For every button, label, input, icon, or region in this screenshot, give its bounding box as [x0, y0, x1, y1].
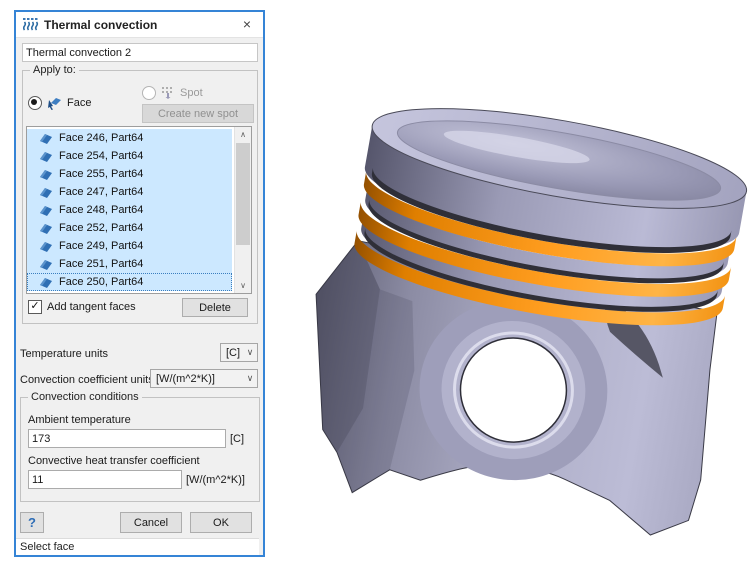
thermal-convection-dialog: Thermal convection × Apply to: Face Spot…: [14, 10, 265, 557]
close-icon[interactable]: ×: [239, 16, 255, 32]
face-list-item[interactable]: Face 250, Part64: [27, 273, 232, 291]
face-list-scrollbar[interactable]: ∧ ∨: [234, 127, 251, 293]
face-list-item[interactable]: Face 255, Part64: [27, 165, 232, 183]
scroll-up-icon[interactable]: ∧: [235, 127, 251, 142]
face-icon: [39, 169, 53, 180]
cancel-button[interactable]: Cancel: [120, 512, 182, 533]
face-list-item-label: Face 252, Part64: [59, 222, 143, 234]
temperature-units-combo[interactable]: [C] ∨: [220, 343, 258, 362]
face-list[interactable]: Face 246, Part64 Face 254, Part64 Face 2…: [26, 126, 252, 294]
heat-transfer-coefficient-input[interactable]: [28, 470, 182, 489]
scrollbar-thumb[interactable]: [236, 143, 250, 245]
face-icon: [39, 133, 53, 144]
dialog-title: Thermal convection: [44, 18, 157, 32]
face-icon: [39, 241, 53, 252]
face-list-item-label: Face 246, Part64: [59, 132, 143, 144]
face-icon: [39, 151, 53, 162]
chevron-down-icon: ∨: [243, 373, 257, 384]
convection-units-value: [W/(m^2*K)]: [151, 373, 243, 385]
face-list-item[interactable]: Face 252, Part64: [27, 219, 232, 237]
temperature-units-value: [C]: [221, 347, 243, 359]
spot-radio-label: Spot: [180, 87, 203, 99]
convection-units-label: Convection coefficient units: [20, 374, 154, 386]
face-icon: [39, 205, 53, 216]
heat-transfer-coefficient-label: Convective heat transfer coefficient: [28, 455, 200, 467]
face-list-item[interactable]: Face 247, Part64: [27, 183, 232, 201]
face-list-item[interactable]: Face 251, Part64: [27, 255, 232, 273]
delete-button[interactable]: Delete: [182, 298, 248, 317]
face-icon: [39, 223, 53, 234]
face-list-item[interactable]: Face 248, Part64: [27, 201, 232, 219]
face-list-item-label: Face 251, Part64: [59, 258, 143, 270]
chevron-down-icon: ∨: [243, 347, 257, 358]
face-icon: [39, 187, 53, 198]
dialog-titlebar[interactable]: Thermal convection ×: [16, 12, 263, 38]
ambient-temperature-input[interactable]: [28, 429, 226, 448]
condition-name-input[interactable]: [22, 43, 258, 62]
add-tangent-label: Add tangent faces: [47, 301, 136, 313]
face-list-item[interactable]: Face 249, Part64: [27, 237, 232, 255]
face-list-item-label: Face 247, Part64: [59, 186, 143, 198]
face-list-item-label: Face 249, Part64: [59, 240, 143, 252]
face-icon: [39, 277, 53, 288]
spot-radio-row: Spot: [142, 86, 203, 100]
temperature-units-label: Temperature units: [20, 348, 108, 360]
face-list-item-label: Face 248, Part64: [59, 204, 143, 216]
face-radio-row[interactable]: Face: [28, 96, 91, 110]
face-list-item-label: Face 254, Part64: [59, 150, 143, 162]
face-list-item-label: Face 255, Part64: [59, 168, 143, 180]
viewport-3d-piston-model[interactable]: [290, 60, 750, 560]
apply-to-label: Apply to:: [30, 64, 79, 76]
ambient-unit-suffix: [C]: [230, 433, 244, 445]
face-list-item[interactable]: Face 246, Part64: [27, 129, 232, 147]
add-tangent-checkbox[interactable]: ✓: [28, 300, 42, 314]
status-bar: Select face: [16, 538, 259, 555]
face-icon: [39, 259, 53, 270]
convection-conditions-label: Convection conditions: [28, 391, 142, 403]
spot-icon: [161, 87, 175, 99]
face-radio[interactable]: [28, 96, 42, 110]
scroll-down-icon[interactable]: ∨: [235, 278, 251, 293]
add-tangent-row[interactable]: ✓ Add tangent faces: [28, 300, 136, 314]
spot-radio: [142, 86, 156, 100]
face-list-item-label: Face 250, Part64: [59, 276, 143, 288]
face-select-icon: [47, 97, 62, 110]
face-radio-label: Face: [67, 97, 91, 109]
create-new-spot-button: Create new spot: [142, 104, 254, 123]
face-list-item[interactable]: Face 254, Part64: [27, 147, 232, 165]
convection-units-combo[interactable]: [W/(m^2*K)] ∨: [150, 369, 258, 388]
ok-button[interactable]: OK: [190, 512, 252, 533]
coefficient-unit-suffix: [W/(m^2*K)]: [186, 474, 245, 486]
ambient-temperature-label: Ambient temperature: [28, 414, 131, 426]
thermal-convection-icon: [23, 18, 39, 31]
help-button[interactable]: ?: [20, 512, 44, 533]
